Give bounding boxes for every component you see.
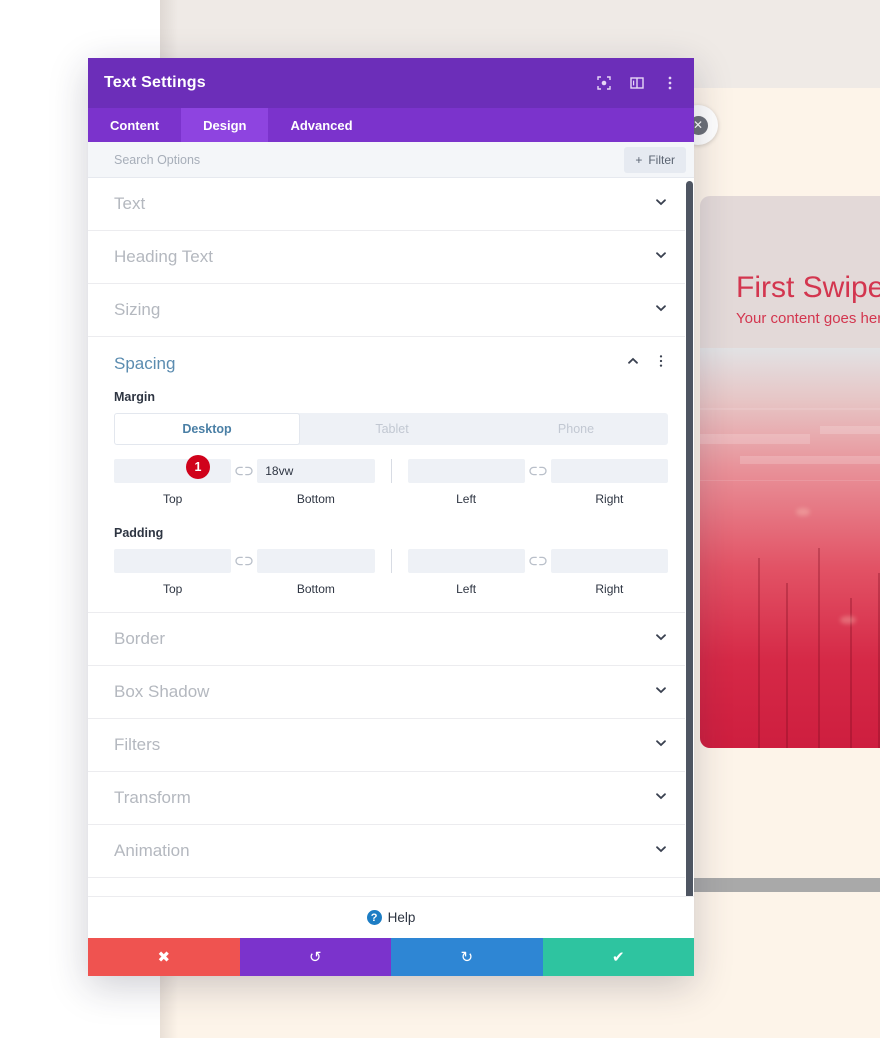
link-padding-top-bottom-icon[interactable] [231,549,257,573]
device-phone[interactable]: Phone [484,413,668,445]
margin-right-label: Right [595,492,624,506]
redo-button[interactable]: ↻ [391,938,543,976]
section-spacing-header[interactable]: Spacing [88,337,694,390]
section-label: Heading Text [114,247,213,266]
chevron-down-icon [654,842,668,861]
search-bar: + Filter [88,142,694,178]
section-transform[interactable]: Transform [88,772,694,825]
section-label: Box Shadow [114,682,210,701]
redo-icon: ↻ [460,949,474,966]
chevron-up-icon[interactable] [626,354,640,373]
padding-inputs: Top Bottom Left Right [88,549,694,596]
split-view-icon[interactable] [629,75,645,91]
text-settings-modal: Text Settings Content Design Advanced Se… [88,58,694,976]
section-more-options-icon[interactable] [654,354,668,373]
section-filters[interactable]: Filters [88,719,694,772]
focus-icon[interactable] [596,75,612,91]
chevron-down-icon [654,301,668,320]
help-bar[interactable]: ? Help [88,896,694,938]
chevron-down-icon [654,195,668,214]
device-desktop[interactable]: Desktop [114,413,300,445]
modal-tabs: Content Design Advanced [88,108,694,142]
section-box-shadow[interactable]: Box Shadow [88,666,694,719]
modal-header: Text Settings [88,58,694,108]
save-button[interactable]: ✔ [542,938,694,976]
section-spacing: Spacing Margin Desktop Tablet Phone 1 To… [88,337,694,613]
margin-right-input[interactable] [550,459,668,483]
preview-card-title: First Swipe [736,271,880,304]
filter-button-label: Filter [648,152,675,167]
tab-content[interactable]: Content [88,108,181,142]
section-label: Transform [114,788,191,807]
padding-right-input[interactable] [550,549,668,573]
scrollbar-thumb[interactable] [686,181,693,896]
preview-cityscape-photo [700,348,880,748]
chevron-down-icon [654,630,668,649]
margin-left-input[interactable] [407,459,525,483]
undo-button[interactable]: ↺ [239,938,391,976]
section-border[interactable]: Border [88,613,694,666]
padding-left-input[interactable] [407,549,525,573]
tab-design[interactable]: Design [181,108,269,142]
link-padding-left-right-icon[interactable] [525,549,551,573]
section-label: Filters [114,735,161,754]
section-label: Animation [114,841,190,860]
divider [390,549,392,573]
section-label: Text [114,194,146,213]
section-heading-text[interactable]: Heading Text [88,231,694,284]
padding-top-input[interactable] [114,549,232,573]
margin-left-label: Left [456,492,477,506]
margin-inputs: 1 Top 18vw Bottom Left Right [88,445,694,506]
section-animation[interactable]: Animation [88,825,694,878]
padding-top-label: Top [162,582,183,596]
section-label: Spacing [114,353,176,373]
margin-label: Margin [114,390,155,404]
link-margin-left-right-icon[interactable] [525,459,551,483]
options-list: Text Heading Text Sizing Spacing Margin … [88,178,694,896]
plus-icon: + [635,152,643,167]
padding-bottom-label: Bottom [296,582,335,596]
checkmark-icon: ✔ [611,949,625,966]
section-sizing[interactable]: Sizing [88,284,694,337]
page-title: Text Settings [104,74,206,91]
section-text[interactable]: Text [88,178,694,231]
margin-top-label: Top [162,492,183,506]
device-toggle: Desktop Tablet Phone [114,413,668,445]
screen: First Swipe Your content goes here ✕ Tex… [0,0,880,1038]
filter-button[interactable]: + Filter [624,146,686,173]
section-label: Sizing [114,300,161,319]
more-options-icon[interactable] [662,75,678,91]
margin-bottom-label: Bottom [296,492,335,506]
step-badge: 1 [186,455,210,479]
chevron-down-icon [654,248,668,267]
section-label: Border [114,629,166,648]
modal-header-actions [596,75,678,91]
tab-advanced[interactable]: Advanced [268,108,374,142]
modal-footer: ✖ ↺ ↻ ✔ [88,938,694,976]
help-icon: ? [366,910,382,925]
margin-bottom-input[interactable] [257,459,375,483]
padding-bottom-input[interactable] [257,549,375,573]
close-x-icon: ✖ [157,949,171,966]
chevron-down-icon [654,683,668,702]
chevron-down-icon [654,736,668,755]
cancel-button[interactable]: ✖ [88,938,240,976]
link-margin-top-bottom-icon[interactable] [231,459,257,483]
preview-slide-card: First Swipe Your content goes here [700,196,880,748]
padding-left-label: Left [456,582,477,596]
padding-label: Padding [114,526,164,540]
help-link-label: Help [387,910,416,925]
preview-card-subtitle: Your content goes here [736,310,880,327]
options-scrollbar[interactable] [685,178,694,896]
options-scroll-area: Text Heading Text Sizing Spacing Margin … [88,178,694,896]
margin-top-input[interactable] [114,459,232,483]
search-input[interactable] [114,152,625,167]
device-tablet[interactable]: Tablet [300,413,484,445]
padding-right-label: Right [595,582,624,596]
chevron-down-icon [654,789,668,808]
undo-icon: ↺ [308,949,322,966]
divider [390,459,392,483]
